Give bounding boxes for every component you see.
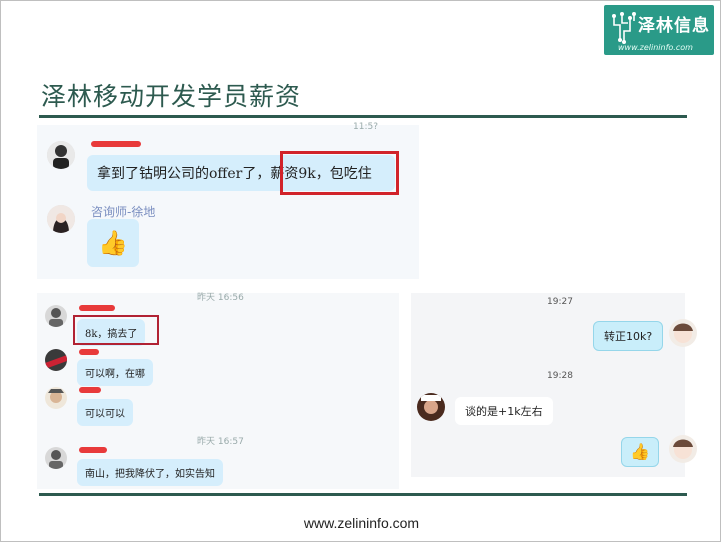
message-bubble-3: 可以可以	[77, 399, 133, 426]
chat2-timestamp-1: 昨天 16:56	[197, 293, 244, 303]
slide: 泽林信息 www.zelininfo.com 泽林移动开发学员薪资 11:5? …	[0, 0, 721, 542]
redacted-name-3	[79, 387, 101, 393]
thumbs-up-bubble: 👍	[87, 219, 139, 267]
logo-url-text: www.zelininfo.com	[618, 43, 693, 52]
member-avatar-1	[45, 305, 67, 327]
salary-highlight-box-2	[73, 315, 159, 345]
chat1-timestamp-clip: 11:5?	[353, 122, 378, 132]
message-text-3: 可以可以	[85, 409, 125, 420]
chat2-timestamp-2: 昨天 16:57	[197, 437, 244, 447]
offer-message-text: 拿到了钴明公司的offer了，	[97, 166, 271, 182]
contact-message-bubble: 谈的是+1k左右	[455, 397, 553, 425]
chat3-timestamp-1: 19:27	[547, 297, 573, 307]
redacted-name-1	[79, 305, 115, 311]
advisor-name: 咨询师-徐地	[91, 205, 156, 219]
redacted-name	[91, 141, 141, 147]
contact-avatar	[417, 393, 445, 421]
member-avatar-2	[45, 349, 67, 371]
member-avatar-3	[45, 387, 67, 409]
thumbs-up-icon-2: 👍	[630, 442, 650, 461]
footer-divider	[39, 493, 687, 496]
chat3-timestamp-2: 19:28	[547, 371, 573, 381]
message-text-2: 可以啊，在哪	[85, 369, 145, 380]
logo-brand-text: 泽林信息	[638, 16, 710, 36]
chat-screenshot-3: 19:27 转正10k? 19:28 谈的是+1k左右 👍	[411, 293, 697, 477]
redacted-name-2	[79, 349, 99, 355]
salary-highlight-box	[280, 151, 399, 195]
circuit-logo-icon	[612, 12, 636, 44]
my-avatar-2	[669, 435, 697, 463]
sender-avatar	[47, 141, 75, 169]
chat-screenshot-2: 昨天 16:56 8k，搞去了 可以啊，在哪 可以可以 昨天 16:57 南山，…	[37, 293, 399, 489]
title-divider	[39, 115, 687, 118]
advisor-avatar	[47, 205, 75, 233]
chat-screenshot-1: 11:5? 拿到了钴明公司的offer了，薪资9k，包吃住 咨询师-徐地 👍	[37, 122, 419, 279]
message-bubble-4: 南山，把我降伏了，如实告知	[77, 459, 223, 486]
page-title: 泽林移动开发学员薪资	[41, 82, 302, 111]
footer-url[interactable]: www.zelininfo.com	[1, 515, 720, 531]
my-avatar-1	[669, 319, 697, 347]
my-message-text-1: 转正10k?	[604, 330, 653, 343]
message-bubble-2: 可以啊，在哪	[77, 359, 153, 386]
my-message-bubble-1: 转正10k?	[593, 321, 664, 351]
thumbs-up-icon: 👍	[98, 229, 128, 257]
redacted-name-4	[79, 447, 107, 453]
company-logo: 泽林信息 www.zelininfo.com	[604, 5, 714, 55]
member-avatar-4	[45, 447, 67, 469]
message-text-4: 南山，把我降伏了，如实告知	[85, 469, 215, 480]
contact-message-text: 谈的是+1k左右	[465, 405, 543, 418]
my-thumbs-up-bubble: 👍	[621, 437, 659, 467]
